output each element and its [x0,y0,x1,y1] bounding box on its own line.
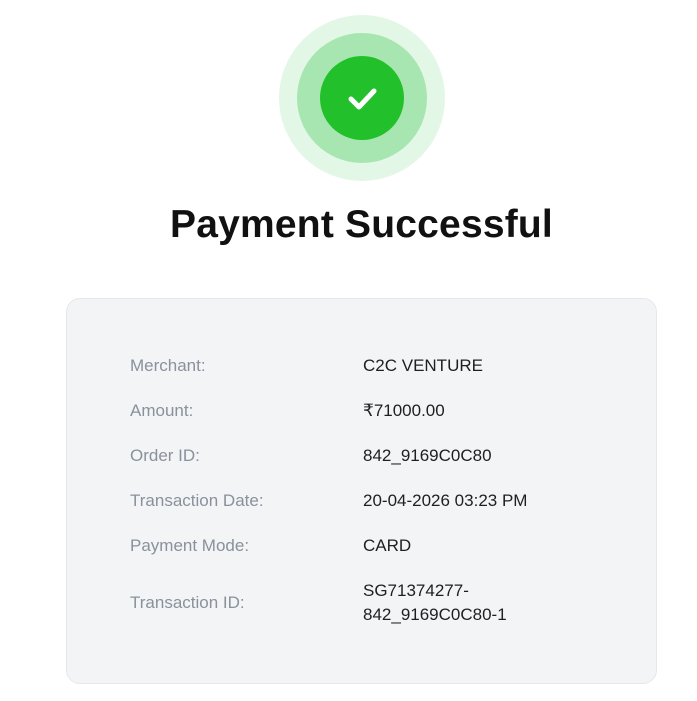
checkmark-icon [279,15,445,181]
detail-row-payment-mode: Payment Mode: CARD [130,534,650,558]
merchant-value: C2C VENTURE [363,356,483,375]
order-id-label: Order ID: [130,446,200,465]
payment-mode-value: CARD [363,536,412,555]
transaction-date-value: 20-04-2026 03:23 PM [363,491,528,510]
detail-row-order-id: Order ID: 842_9169C0C80 [130,444,650,468]
transaction-id-value: SG71374277- 842_9169C0C80-1 [363,579,507,627]
amount-value: ₹71000.00 [363,401,445,420]
order-id-value: 842_9169C0C80 [363,446,492,465]
transaction-id-label: Transaction ID: [130,593,245,612]
detail-row-merchant: Merchant: C2C VENTURE [130,354,650,378]
transaction-id-line-2: 842_9169C0C80-1 [363,605,507,624]
success-badge [279,15,445,181]
detail-row-transaction-id: Transaction ID: SG71374277- 842_9169C0C8… [130,579,650,627]
transaction-id-line-1: SG71374277- [363,581,469,600]
detail-row-transaction-date: Transaction Date: 20-04-2026 03:23 PM [130,489,650,513]
page-title: Payment Successful [170,203,553,246]
detail-row-amount: Amount: ₹71000.00 [130,399,650,423]
payment-mode-label: Payment Mode: [130,536,250,555]
transaction-details-card: Merchant: C2C VENTURE Amount: ₹71000.00 … [66,298,657,684]
merchant-label: Merchant: [130,356,206,375]
transaction-date-label: Transaction Date: [130,491,264,510]
amount-label: Amount: [130,401,194,420]
